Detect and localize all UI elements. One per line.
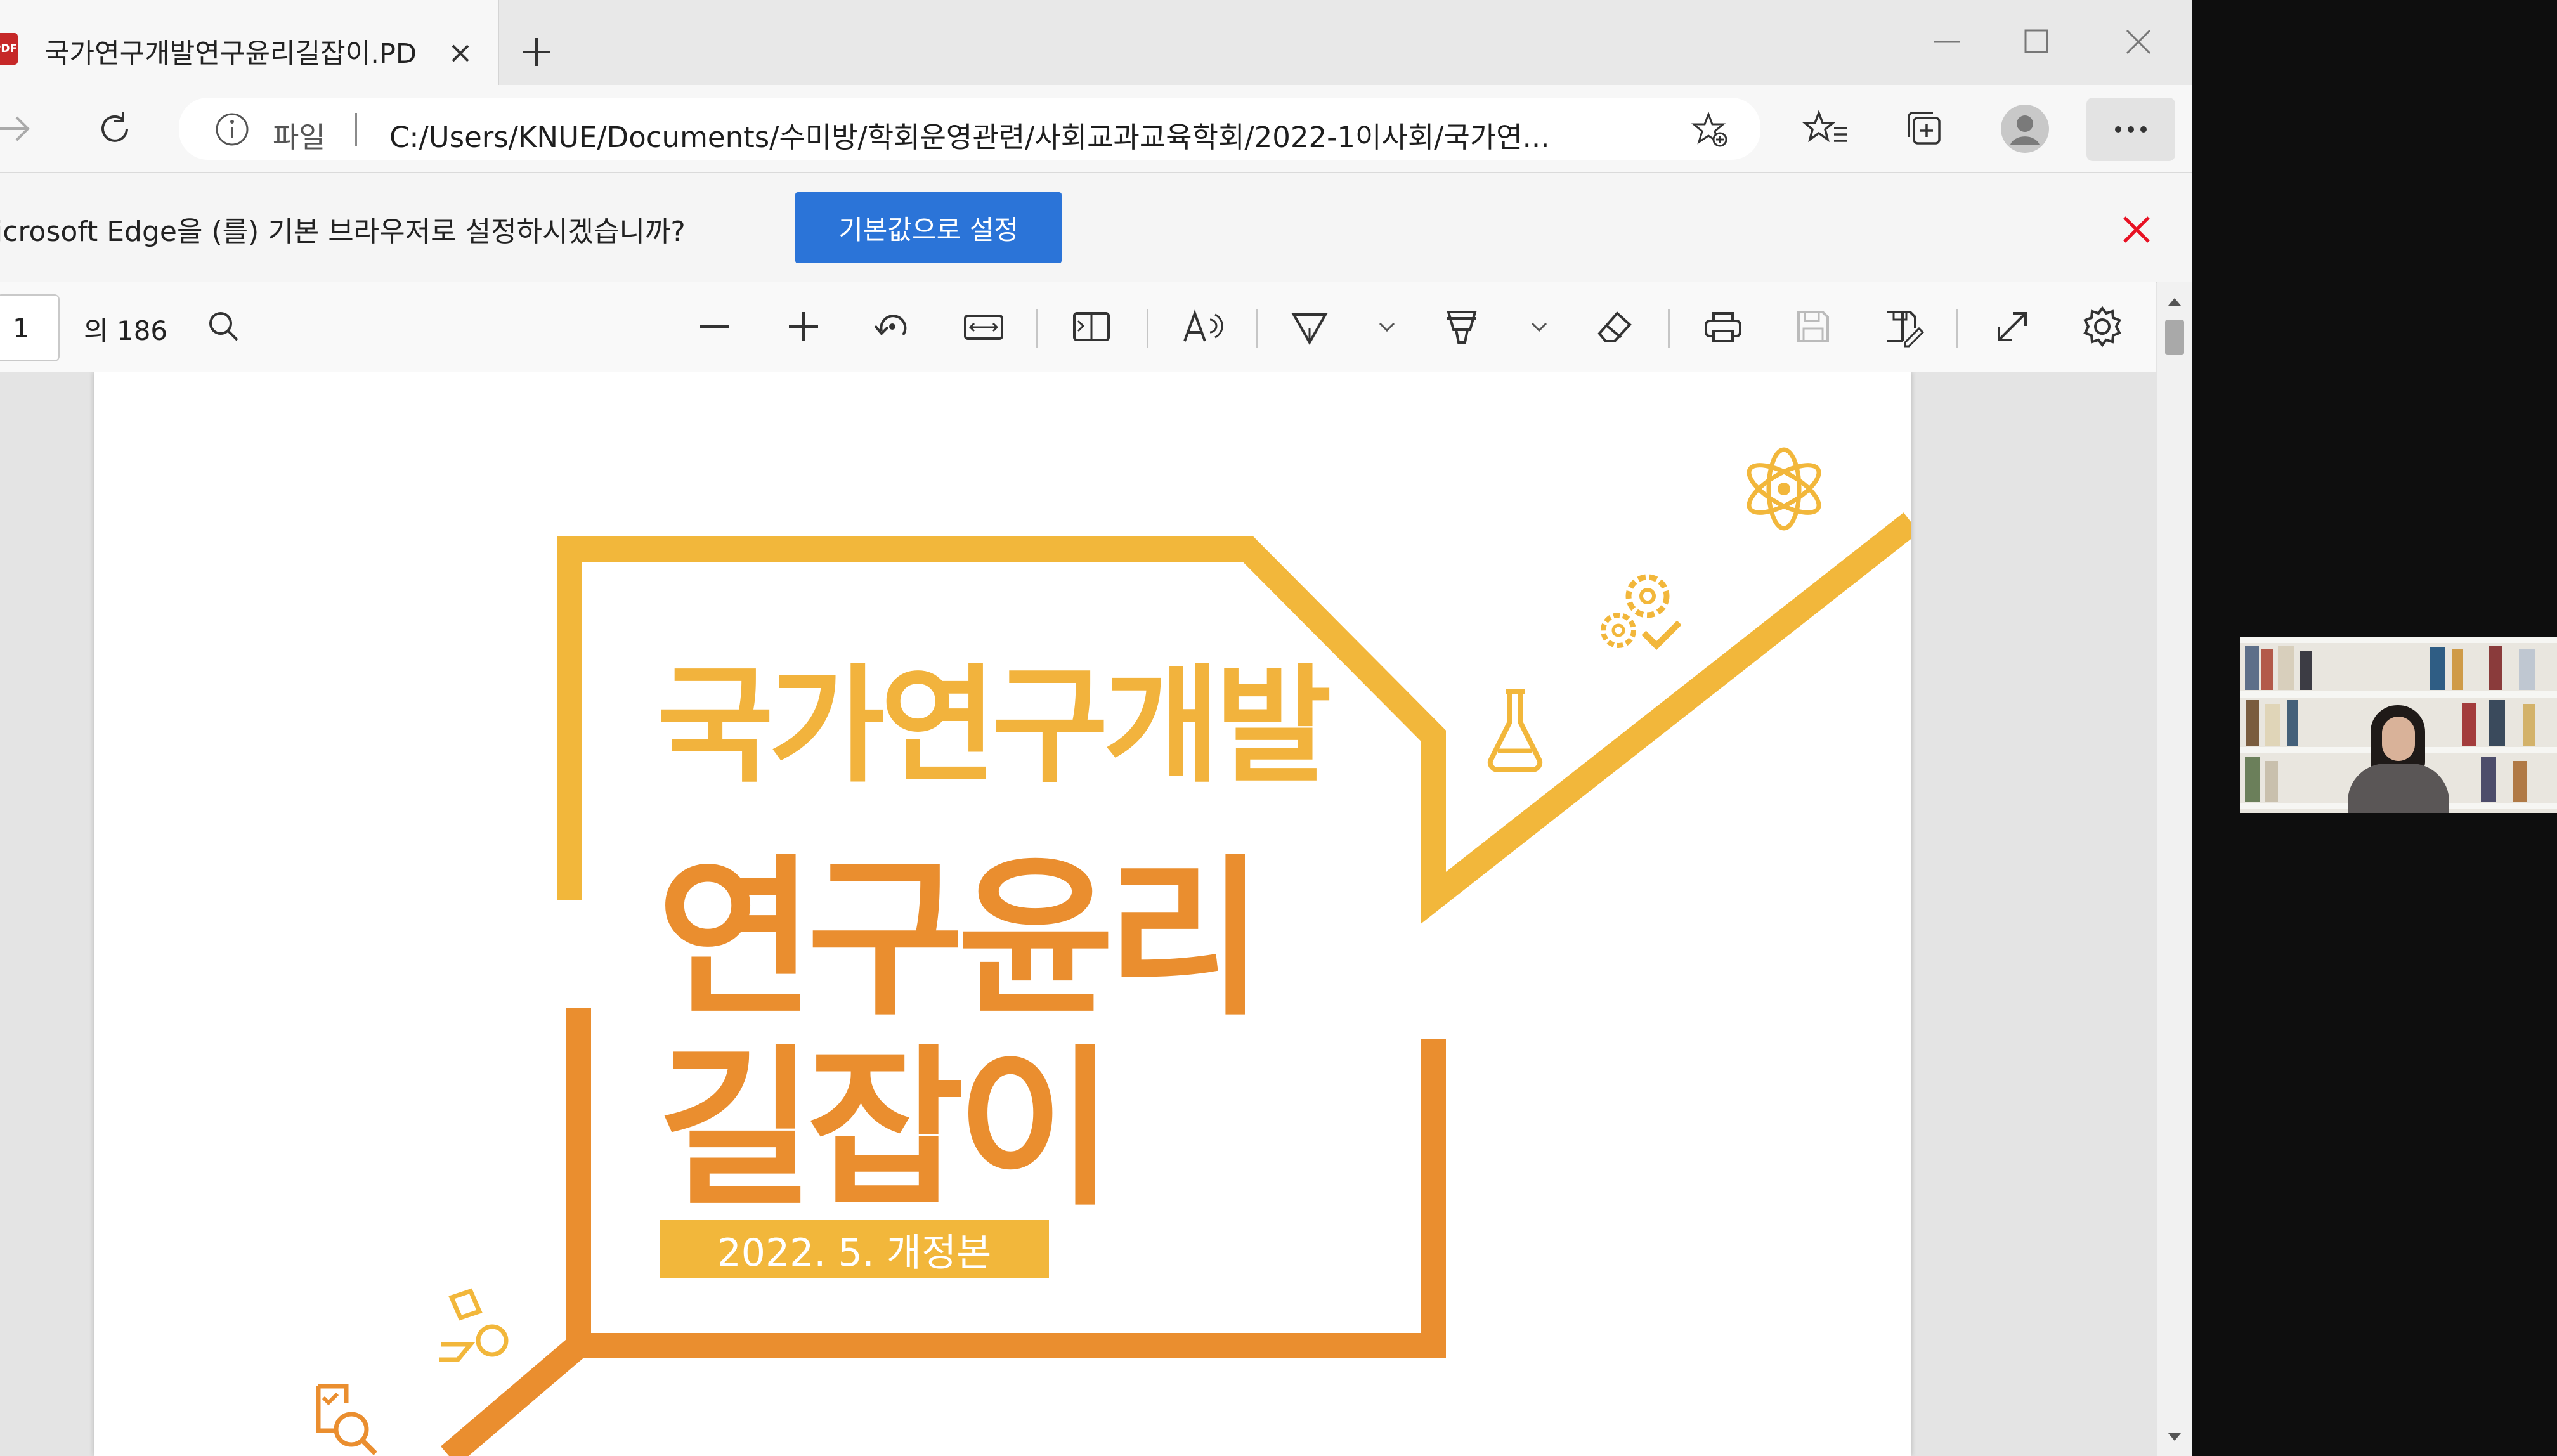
person-face	[2382, 717, 2415, 761]
close-icon[interactable]	[2100, 18, 2176, 66]
book	[2452, 649, 2463, 690]
vertical-scrollbar[interactable]	[2157, 282, 2192, 1456]
zoom-in-icon[interactable]	[775, 298, 832, 355]
new-tab-icon[interactable]	[515, 30, 558, 74]
refresh-icon[interactable]	[86, 100, 143, 157]
fit-width-icon[interactable]	[955, 298, 1012, 355]
cover-title-line1: 연구윤리	[657, 839, 1265, 1039]
toolbar-separator	[1668, 309, 1670, 348]
more-icon	[2115, 126, 2147, 133]
book	[2519, 649, 2535, 690]
book	[2261, 649, 2273, 690]
book	[2513, 761, 2527, 802]
file-label: 파일	[273, 120, 325, 154]
atom-icon	[1747, 447, 1821, 531]
add-favorite-icon[interactable]	[1689, 109, 1730, 150]
address-bar[interactable]: 파일 C:/Users/KNUE/Documents/수미방/학회운영관련/사회…	[179, 98, 1760, 160]
erase-icon[interactable]	[1585, 298, 1643, 355]
chevron-down-icon[interactable]	[1511, 298, 1568, 355]
toolbar-separator	[1256, 309, 1258, 348]
book	[2278, 646, 2294, 690]
webcam-feed	[2240, 637, 2557, 813]
address-separator	[355, 113, 357, 146]
book	[2287, 700, 2298, 746]
url-text[interactable]: C:/Users/KNUE/Documents/수미방/학회운영관련/사회교과교…	[389, 114, 1672, 155]
default-browser-infobar: icrosoft Edge을 (를) 기본 브라우저로 설정하시겠습니까? 기본…	[0, 172, 2192, 283]
book	[2300, 651, 2312, 690]
pdf-toolbar: 1 의 186	[0, 282, 2156, 372]
print-icon[interactable]	[1695, 298, 1752, 355]
book	[2489, 646, 2502, 690]
settings-icon[interactable]	[2074, 298, 2131, 355]
profile-icon[interactable]	[1996, 100, 2053, 157]
book	[2245, 757, 2260, 802]
maximize-icon[interactable]	[1998, 18, 2074, 66]
page-view-icon[interactable]	[1063, 298, 1120, 355]
person-body	[2348, 764, 2449, 813]
pdf-page: 국가연구개발 연구윤리 길잡이 2022. 5. 개정본	[94, 372, 1911, 1456]
book	[2481, 757, 2496, 802]
close-icon[interactable]	[443, 36, 478, 71]
tab-bar: PDF 국가연구개발연구윤리길잡이.PD	[0, 0, 2192, 85]
book	[2245, 646, 2259, 690]
gears-check-icon	[1601, 574, 1682, 651]
close-icon[interactable]	[2114, 207, 2159, 252]
page-count: 의 186	[84, 315, 168, 346]
collections-icon[interactable]	[1896, 100, 1953, 157]
cover-heading: 국가연구개발	[657, 653, 1332, 800]
pdf-viewer[interactable]: 국가연구개발 연구윤리 길잡이 2022. 5. 개정본	[0, 372, 2157, 1456]
fullscreen-icon[interactable]	[1984, 298, 2041, 355]
tab-title: 국가연구개발연구윤리길잡이.PD	[44, 38, 417, 70]
book	[2462, 703, 2476, 746]
flask-icon	[1487, 689, 1543, 772]
rotate-icon[interactable]	[864, 298, 921, 355]
highlight-icon[interactable]	[1433, 298, 1490, 355]
browser-window: PDF 국가연구개발연구윤리길잡이.PD 파일 C:/Users/KNUE/Do…	[0, 0, 2192, 1456]
microscope-icon	[439, 1288, 509, 1362]
zoom-out-icon[interactable]	[686, 298, 743, 355]
draw-icon[interactable]	[1281, 298, 1338, 355]
scroll-up-icon[interactable]	[2164, 294, 2185, 309]
scroll-down-icon[interactable]	[2164, 1429, 2185, 1445]
bookshelf	[2240, 691, 2557, 698]
book	[2430, 647, 2445, 690]
document-search-icon	[316, 1384, 377, 1455]
toolbar-separator	[1036, 309, 1038, 348]
save-icon[interactable]	[1785, 298, 1842, 355]
book	[2246, 700, 2259, 746]
tab-active[interactable]: PDF 국가연구개발연구윤리길잡이.PD	[0, 0, 499, 85]
edition-badge: 2022. 5. 개정본	[660, 1220, 1049, 1278]
cover-title-line2: 길잡이	[657, 1029, 1114, 1229]
book	[2265, 704, 2280, 746]
toolbar-separator	[1956, 309, 1958, 348]
more-menu-button[interactable]	[2086, 98, 2175, 161]
page-number-input[interactable]: 1	[0, 294, 60, 361]
read-aloud-icon[interactable]	[1174, 298, 1232, 355]
bookshelf	[2240, 637, 2557, 643]
info-icon[interactable]	[213, 110, 251, 148]
scroll-thumb[interactable]	[2165, 320, 2184, 355]
toolbar-separator	[1147, 309, 1148, 348]
chevron-down-icon[interactable]	[1358, 298, 1415, 355]
address-row: 파일 C:/Users/KNUE/Documents/수미방/학회운영관련/사회…	[0, 85, 2192, 172]
book	[2265, 761, 2278, 802]
save-as-icon[interactable]	[1875, 298, 1932, 355]
search-icon[interactable]	[195, 298, 252, 355]
pdf-icon: PDF	[0, 33, 18, 65]
infobar-message: icrosoft Edge을 (를) 기본 브라우저로 설정하시겠습니까?	[0, 216, 686, 248]
favorites-icon[interactable]	[1797, 100, 1854, 157]
minimize-icon[interactable]	[1909, 18, 1985, 66]
forward-icon[interactable]	[0, 100, 44, 157]
book	[2523, 704, 2535, 746]
book	[2489, 700, 2505, 746]
set-default-button[interactable]: 기본값으로 설정	[795, 192, 1062, 263]
